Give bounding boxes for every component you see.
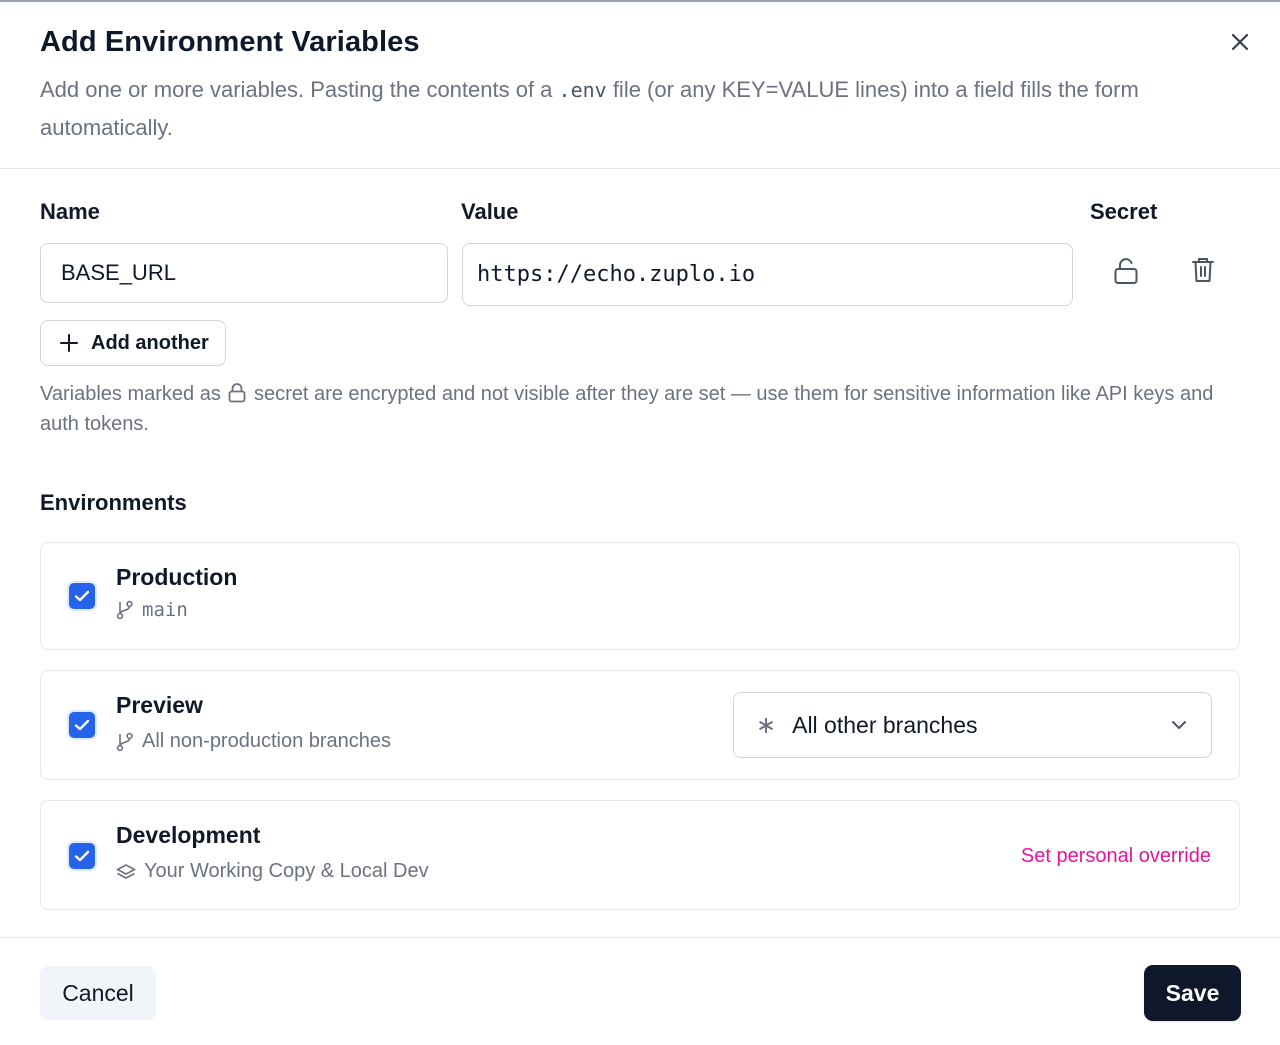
description-prefix: Add one or more variables. Pasting the c…	[40, 77, 559, 102]
variable-value-input[interactable]: https://echo.zuplo.io	[462, 243, 1073, 306]
development-text: Your Working Copy & Local Dev	[144, 860, 429, 882]
secret-hint: Variables marked as secret are encrypted…	[40, 381, 1240, 438]
secret-column-label: Secret	[1090, 199, 1158, 224]
dialog-title: Add Environment Variables	[40, 26, 420, 58]
value-column-label: Value	[461, 199, 519, 224]
production-checkbox[interactable]	[69, 583, 95, 609]
git-branch-icon	[116, 732, 133, 751]
production-branch: main	[142, 599, 188, 621]
delete-row-button[interactable]	[1183, 250, 1223, 290]
environment-card-production: Production main	[40, 542, 1240, 650]
add-another-button[interactable]: Add another	[40, 320, 226, 366]
add-another-label: Add another	[91, 331, 209, 354]
preview-subtitle: All non-production branches	[116, 730, 391, 753]
check-icon	[74, 850, 90, 862]
preview-title: Preview	[116, 692, 203, 718]
check-icon	[74, 719, 90, 731]
branch-select-value: All other branches	[792, 711, 978, 738]
environment-card-preview: Preview All non-production branches ∗ Al…	[40, 670, 1240, 780]
close-icon	[1231, 33, 1249, 51]
preview-checkbox[interactable]	[69, 712, 95, 738]
asterisk-icon: ∗	[756, 711, 777, 739]
development-title: Development	[116, 822, 261, 848]
env-file-code: .env	[558, 78, 607, 102]
preview-branches-text: All non-production branches	[142, 730, 392, 752]
dialog-header: Add Environment Variables Add one or mor…	[0, 2, 1280, 169]
chevron-down-icon	[1172, 721, 1186, 729]
secret-toggle-button[interactable]	[1106, 251, 1146, 291]
save-button[interactable]: Save	[1145, 966, 1240, 1020]
plus-icon	[60, 334, 78, 352]
production-subtitle: main	[116, 599, 188, 621]
production-title: Production	[116, 564, 238, 590]
development-checkbox[interactable]	[69, 843, 95, 869]
development-subtitle: Your Working Copy & Local Dev	[116, 860, 429, 883]
trash-icon	[1192, 258, 1214, 282]
name-column-label: Name	[40, 199, 100, 224]
lock-icon	[228, 383, 246, 411]
unlock-icon	[1114, 258, 1138, 284]
layers-icon	[116, 863, 136, 879]
git-branch-icon	[116, 600, 133, 620]
dialog-footer: Cancel Save	[0, 937, 1280, 1045]
branch-select[interactable]: ∗ All other branches	[733, 692, 1212, 758]
environments-heading: Environments	[40, 490, 187, 515]
set-personal-override-link[interactable]: Set personal override	[1021, 845, 1211, 868]
variable-name-input[interactable]: BASE_URL	[40, 243, 448, 303]
cancel-button[interactable]: Cancel	[40, 966, 156, 1020]
close-button[interactable]	[1222, 24, 1258, 60]
dialog-description: Add one or more variables. Pasting the c…	[40, 71, 1220, 146]
check-icon	[74, 590, 90, 602]
hint-prefix: Variables marked as	[40, 383, 227, 405]
environment-card-development: Development Your Working Copy & Local De…	[40, 800, 1240, 910]
